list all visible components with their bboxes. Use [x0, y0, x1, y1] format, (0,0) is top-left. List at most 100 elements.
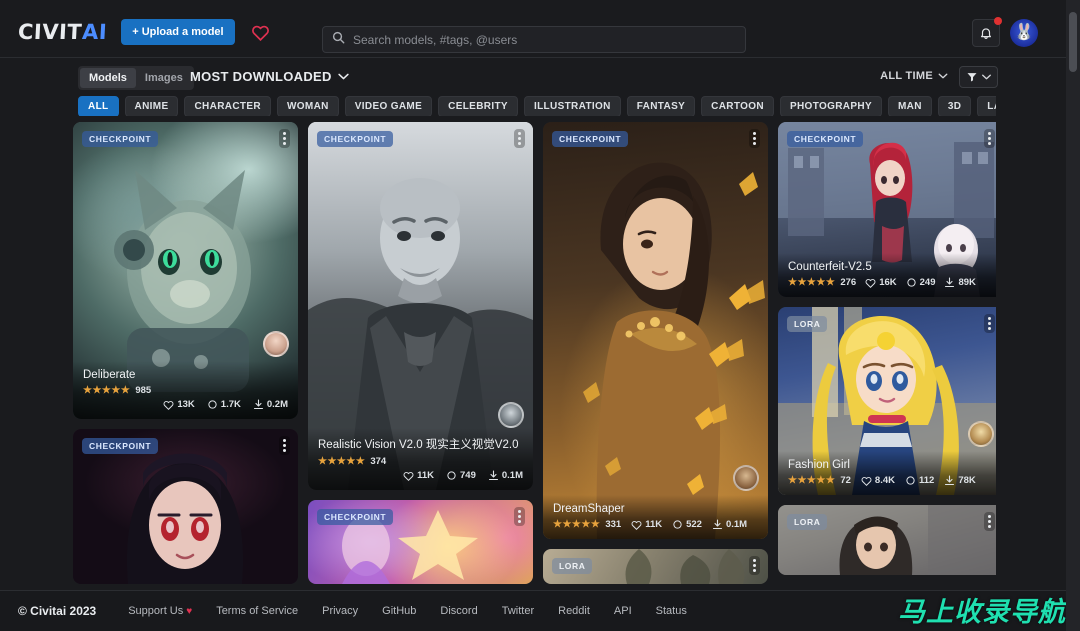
model-card-colorful-anime[interactable]: CHECKPOINT — [308, 500, 533, 584]
bell-icon[interactable] — [972, 19, 1000, 47]
footer-link-support-us[interactable]: Support Us♥ — [128, 605, 192, 617]
card-likes-count: 13K — [177, 399, 194, 410]
tag-chip-man[interactable]: MAN — [888, 96, 932, 116]
card-rating-line: ★★★★★ 985 — [83, 385, 288, 396]
footer-link-label: Twitter — [502, 605, 534, 617]
card-menu-button[interactable] — [514, 507, 525, 526]
tag-chip-celebrity[interactable]: CELEBRITY — [438, 96, 518, 116]
model-card-realistic-vision[interactable]: CHECKPOINT Realistic Vision V2.0 现实主义视觉V… — [308, 122, 533, 490]
footer-link-label: API — [614, 605, 632, 617]
card-type-badge: CHECKPOINT — [317, 131, 393, 147]
footer-link-terms-of-service[interactable]: Terms of Service — [216, 605, 298, 617]
card-menu-button[interactable] — [279, 436, 290, 455]
chevron-down-icon — [982, 74, 991, 80]
card-likes: 8.4K — [861, 475, 895, 486]
card-menu-button[interactable] — [984, 129, 995, 148]
card-menu-button[interactable] — [749, 556, 760, 575]
tag-filter-row[interactable]: ALL ANIMECHARACTER WOMAN VIDEO GAME CELEBRIT… — [78, 96, 996, 116]
footer-link-label: Privacy — [322, 605, 358, 617]
card-menu-button[interactable] — [514, 129, 525, 148]
search-bar[interactable] — [322, 26, 746, 53]
model-card-lora-landscape[interactable]: LORA — [543, 549, 768, 584]
comment-icon — [906, 278, 917, 288]
card-title: Realistic Vision V2.0 现实主义视觉V2.0 — [318, 436, 523, 452]
card-menu-button[interactable] — [749, 129, 760, 148]
footer-link-label: Terms of Service — [216, 605, 298, 617]
card-downloads: 0.2M — [253, 399, 288, 410]
card-downloads: 78K — [944, 475, 975, 486]
footer-link-github[interactable]: GitHub — [382, 605, 416, 617]
tag-chip-fantasy[interactable]: FANTASY — [627, 96, 695, 116]
card-menu-button[interactable] — [984, 512, 995, 531]
chevron-down-icon — [338, 73, 349, 80]
model-card-fashion-girl[interactable]: LORA Fashion Girl ★★★★★ 72 8.4K — [778, 307, 996, 495]
comment-icon — [905, 476, 916, 486]
card-rating-count: 985 — [135, 385, 151, 396]
avatar[interactable]: 🐰 — [1010, 19, 1038, 47]
filter-button[interactable] — [959, 66, 998, 88]
civitai-logo[interactable]: CIVITAI — [17, 20, 107, 44]
tag-chip-anime[interactable]: ANIME — [125, 96, 179, 116]
heart-icon — [403, 471, 414, 481]
footer-link-twitter[interactable]: Twitter — [502, 605, 534, 617]
card-rating-line: ★★★★★ 374 — [318, 456, 523, 467]
model-card-anime-girl[interactable]: CHECKPOINT — [73, 429, 298, 584]
card-comments-count: 522 — [686, 519, 702, 530]
card-creator-avatar[interactable] — [733, 465, 759, 491]
footer-link-discord[interactable]: Discord — [440, 605, 477, 617]
tag-chip-landscapes[interactable]: LANDSCAPES — [977, 96, 996, 116]
footer-link-reddit[interactable]: Reddit — [558, 605, 590, 617]
heart-icon[interactable] — [249, 20, 273, 44]
tag-chip-woman[interactable]: WOMAN — [277, 96, 339, 116]
footer-link-api[interactable]: API — [614, 605, 632, 617]
sort-dropdown[interactable]: MOST DOWNLOADED — [190, 69, 349, 84]
grid-column-2: CHECKPOINT Realistic Vision V2.0 现实主义视觉V… — [308, 122, 533, 584]
copyright-text: © Civitai 2023 — [18, 604, 96, 618]
download-icon — [712, 519, 723, 530]
heart-icon: ♥ — [186, 606, 192, 617]
comment-icon — [207, 400, 218, 410]
tag-chip-illustration[interactable]: ILLUSTRATION — [524, 96, 621, 116]
search-input[interactable] — [353, 33, 736, 47]
model-card-lora-portrait[interactable]: LORA — [778, 505, 996, 575]
tag-chip-cartoon[interactable]: CARTOON — [701, 96, 774, 116]
content-toolbar: Models Images MOST DOWNLOADED ALL TIME — [0, 66, 1066, 94]
tab-models[interactable]: Models — [80, 68, 136, 88]
card-creator-avatar[interactable] — [968, 421, 994, 447]
card-comments: 1.7K — [207, 399, 241, 410]
tab-images[interactable]: Images — [136, 68, 192, 88]
comment-icon — [672, 520, 683, 530]
tag-chip-all[interactable]: ALL — [78, 96, 119, 116]
heart-icon — [163, 400, 174, 410]
card-likes-count: 11K — [417, 470, 434, 481]
tag-chip-character[interactable]: CHARACTER — [184, 96, 270, 116]
period-dropdown[interactable]: ALL TIME — [880, 70, 948, 82]
footer-link-privacy[interactable]: Privacy — [322, 605, 358, 617]
card-creator-avatar[interactable] — [498, 402, 524, 428]
footer-link-status[interactable]: Status — [656, 605, 687, 617]
card-menu-button[interactable] — [984, 314, 995, 333]
card-type-badge: LORA — [787, 514, 827, 530]
card-meta: Realistic Vision V2.0 现实主义视觉V2.0 ★★★★★ 3… — [308, 428, 533, 490]
model-card-dreamshaper[interactable]: CHECKPOINT DreamShaper ★★★★★ 331 11K — [543, 122, 768, 539]
card-stats-line: ★★★★★ 72 8.4K 112 78K — [788, 475, 993, 486]
tag-chip-3d[interactable]: 3D — [938, 96, 971, 116]
card-meta: Fashion Girl ★★★★★ 72 8.4K 112 — [778, 451, 996, 495]
page-scrollbar[interactable] — [1066, 0, 1080, 631]
avatar-glyph: 🐰 — [1014, 25, 1034, 41]
model-card-deliberate[interactable]: CHECKPOINT Deliberate ★★★★★ 985 13K — [73, 122, 298, 419]
scrollbar-thumb[interactable] — [1069, 12, 1077, 72]
card-stats-line: ★★★★★ 276 16K 249 89K — [788, 277, 993, 288]
card-type-badge: CHECKPOINT — [787, 131, 863, 147]
card-title: DreamShaper — [553, 503, 758, 515]
card-likes: 11K — [631, 519, 662, 530]
upload-model-button[interactable]: + Upload a model — [121, 19, 234, 45]
card-type-badge: CHECKPOINT — [82, 438, 158, 454]
tag-chip-video-game[interactable]: VIDEO GAME — [345, 96, 432, 116]
card-comments-count: 1.7K — [221, 399, 241, 410]
model-card-counterfeit[interactable]: CHECKPOINT Counterfeit-V2.5 ★★★★★ 276 16… — [778, 122, 996, 297]
card-menu-button[interactable] — [279, 129, 290, 148]
search-icon — [332, 31, 345, 49]
tag-chip-photography[interactable]: PHOTOGRAPHY — [780, 96, 882, 116]
card-likes-count: 8.4K — [875, 475, 895, 486]
